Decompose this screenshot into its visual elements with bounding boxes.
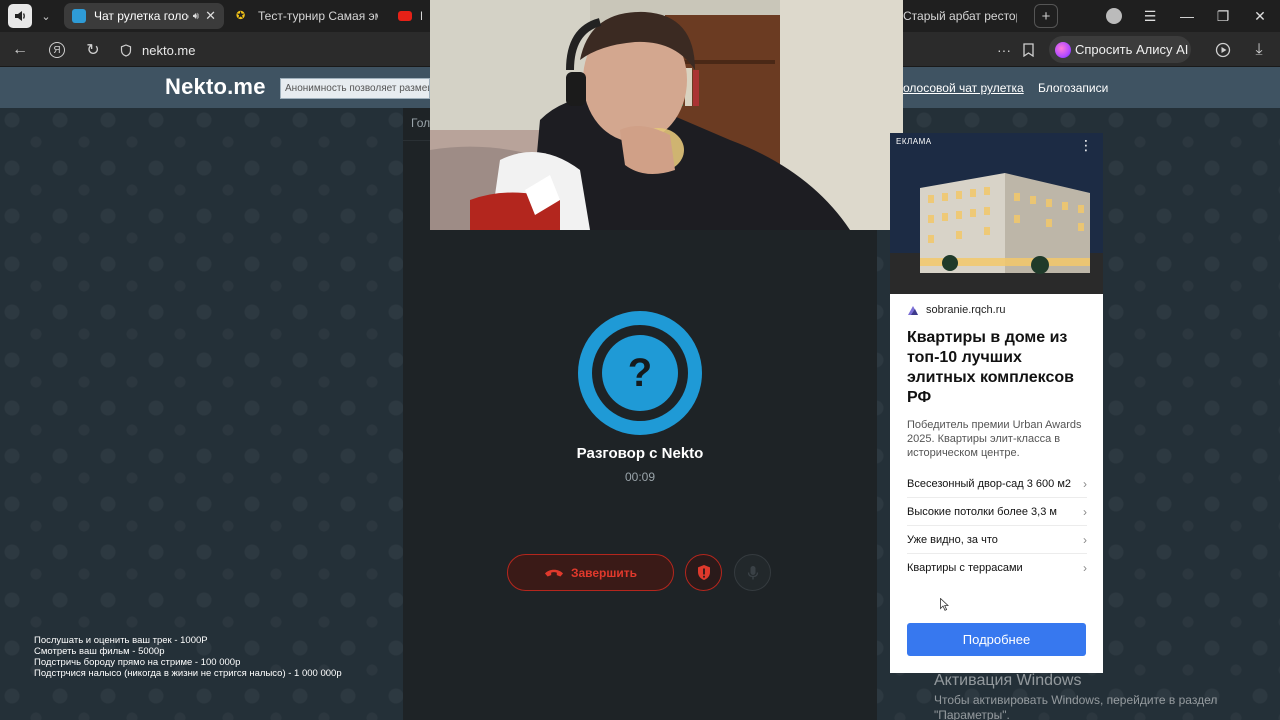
ad-headline[interactable]: Квартиры в доме из топ-10 лучших элитных… xyxy=(907,328,1092,408)
end-call-button[interactable]: Завершить xyxy=(507,554,674,591)
unknown-partner-avatar-icon: ? xyxy=(578,311,702,435)
minimize-icon[interactable]: — xyxy=(1169,0,1205,32)
site-info-shield-icon[interactable] xyxy=(120,43,132,57)
yandex-logo-icon[interactable]: Я xyxy=(45,38,69,62)
price-line: Смотреть ваш фильм - 5000р xyxy=(34,646,165,657)
ad-feature-item[interactable]: Всесезонный двор-сад 3 600 м2 › xyxy=(907,470,1087,498)
end-call-label: Завершить xyxy=(570,565,638,580)
tab-title: По xyxy=(420,9,422,23)
star-favicon-icon: ✪ xyxy=(236,10,246,22)
new-tab-plus-icon[interactable]: + xyxy=(1034,4,1058,28)
ask-alice-label: Спросить Алису AI xyxy=(1075,42,1189,57)
price-line: Подстричь бороду прямо на стриме - 100 0… xyxy=(34,657,241,668)
call-timer: 00:09 xyxy=(624,470,656,484)
ad-menu-dots-icon[interactable]: ⋮ xyxy=(1079,137,1093,154)
advertisement-card[interactable]: ЕКЛАМА ⋮ sobranie.rqch.ru Квартиры в дом… xyxy=(890,133,1103,673)
downloads-icon[interactable]: ⤓ xyxy=(1247,38,1271,62)
mouse-cursor-icon xyxy=(940,598,949,611)
chevron-right-icon: › xyxy=(1083,504,1087,519)
profile-avatar-icon[interactable] xyxy=(1096,0,1132,32)
media-play-icon[interactable] xyxy=(1211,38,1235,62)
alice-orb-icon xyxy=(1055,41,1071,58)
reload-icon[interactable]: ↻ xyxy=(81,38,105,62)
price-line: Подстрчися налысо (никогда в жизни не ст… xyxy=(34,668,342,679)
nekto-favicon-icon xyxy=(72,9,86,23)
blog-link[interactable]: Блогозаписи xyxy=(1038,81,1108,95)
ad-building-image[interactable]: ЕКЛАМА ⋮ xyxy=(890,133,1103,294)
conversation-title: Разговор с Nekto xyxy=(576,445,704,462)
chevron-right-icon: › xyxy=(1083,532,1087,547)
tab-close-icon[interactable]: ✕ xyxy=(205,8,216,24)
ad-feature-label: Квартиры с террасами xyxy=(907,562,1023,574)
anonymity-notice: Анонимность позволяет размеща xyxy=(280,78,430,99)
tab-title: Тест-турнир Самая эмо xyxy=(258,9,378,23)
back-arrow-icon[interactable]: ← xyxy=(8,38,32,62)
windows-activation-text: Чтобы активировать Windows, перейдите в … xyxy=(934,693,1218,720)
tab-chat-roulette[interactable]: Чат рулетка голосо 🔊︎ ✕ xyxy=(64,3,224,29)
microphone-button[interactable] xyxy=(734,554,771,591)
chevron-right-icon: › xyxy=(1083,561,1087,575)
restore-window-icon[interactable]: ❐ xyxy=(1205,0,1241,32)
url-field[interactable]: nekto.me xyxy=(120,39,195,61)
tab-tournament[interactable]: ✪ Тест-турнир Самая эмо xyxy=(228,3,386,29)
ad-feature-item[interactable]: Высокие потолки более 3,3 м › xyxy=(907,498,1087,526)
url-text: nekto.me xyxy=(142,42,196,58)
youtube-favicon-icon xyxy=(398,11,412,21)
advertiser-logo-icon xyxy=(908,306,918,315)
bookmark-icon[interactable] xyxy=(1016,38,1040,62)
price-line: Послушать и оценить ваш трек - 1000Р xyxy=(34,635,208,646)
chat-mode-tab[interactable]: Гол xyxy=(411,116,430,130)
webcam-image xyxy=(430,0,903,230)
ask-alice-button[interactable]: Спросить Алису AI xyxy=(1049,36,1191,63)
site-logo[interactable]: Nekto.me xyxy=(165,74,266,100)
ad-domain-text: sobranie.rqch.ru xyxy=(926,304,1006,316)
ad-feature-item[interactable]: Уже видно, за что › xyxy=(907,526,1087,554)
microphone-icon xyxy=(747,565,758,579)
ad-label: ЕКЛАМА xyxy=(896,137,932,146)
tab-youtube[interactable]: По xyxy=(390,3,430,29)
speaker-icon[interactable] xyxy=(8,4,32,28)
shield-alert-icon xyxy=(697,564,710,580)
report-button[interactable] xyxy=(685,554,722,591)
ad-description: Победитель премии Urban Awards 2025. Ква… xyxy=(907,419,1082,459)
close-window-icon[interactable]: ✕ xyxy=(1242,0,1278,32)
ad-feature-label: Всесезонный двор-сад 3 600 м2 xyxy=(907,477,1072,490)
tab-audio-icon[interactable]: 🔊︎ xyxy=(193,11,199,22)
ad-feature-label: Уже видно, за что xyxy=(907,533,998,546)
ad-domain[interactable]: sobranie.rqch.ru xyxy=(907,304,1006,316)
ad-feature-item[interactable]: Квартиры с террасами › xyxy=(907,554,1087,582)
windows-activation-title: Активация Windows xyxy=(934,672,1082,689)
ad-feature-label: Высокие потолки более 3,3 м xyxy=(907,505,1057,518)
chevron-right-icon: › xyxy=(1083,476,1087,491)
tab-restaurant[interactable]: Старый арбат ресторан xyxy=(895,3,1025,29)
stream-price-list: Послушать и оценить ваш трек - 1000Р Смо… xyxy=(34,635,342,679)
windows-activation-watermark: Активация Windows Чтобы активировать Win… xyxy=(934,672,1254,720)
tab-title: Старый арбат ресторан xyxy=(903,9,1017,23)
more-options-icon[interactable]: ··· xyxy=(992,38,1016,62)
voice-chat-roulette-link[interactable]: олосовой чат рулетка xyxy=(903,81,1024,95)
ad-cta-button[interactable]: Подробнее xyxy=(907,623,1086,656)
tab-title: Чат рулетка голосо xyxy=(94,9,189,23)
hang-up-phone-icon xyxy=(544,569,563,576)
streamer-webcam-feed xyxy=(430,0,903,230)
browser-menu-icon[interactable]: ☰ xyxy=(1132,0,1168,32)
tabs-dropdown-chevron-icon[interactable]: ⌄ xyxy=(34,4,58,28)
